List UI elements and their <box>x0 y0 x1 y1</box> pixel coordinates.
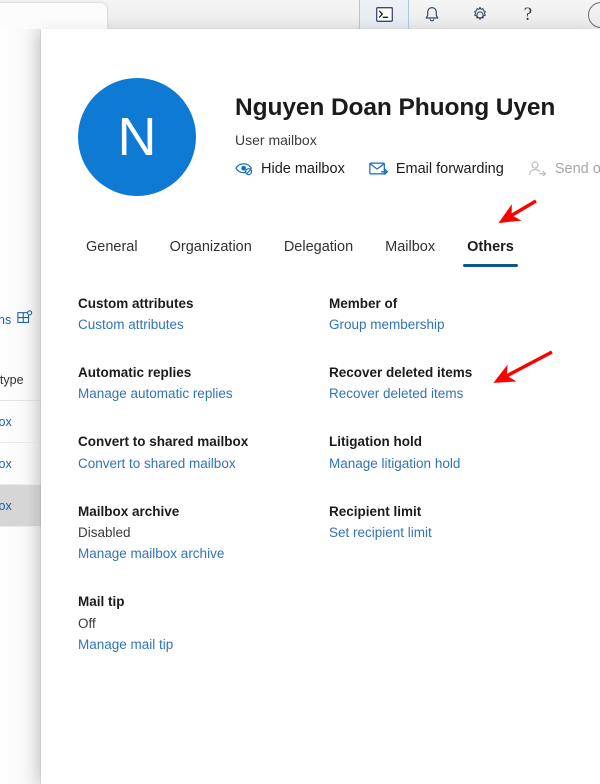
field-label: Convert to shared mailbox <box>78 434 249 450</box>
others-tab-content: Custom attributes Custom attributes Auto… <box>78 294 580 683</box>
page-title: Nguyen Doan Phuong Uyen <box>235 94 556 122</box>
link-custom-attributes[interactable]: Custom attributes <box>78 314 184 337</box>
background-command-label[interactable]: ns <box>0 313 11 327</box>
background-list-pane: ns nt type ilbox ilbox <box>0 29 41 784</box>
profile-info: Nguyen Doan Phuong Uyen User mailbox Hid… <box>235 94 600 179</box>
field-label: Recover deleted items <box>329 365 473 381</box>
email-forwarding-button[interactable]: Email forwarding <box>369 161 504 177</box>
field-label: Recipient limit <box>329 503 422 519</box>
link-manage-litigation-hold[interactable]: Manage litigation hold <box>329 453 460 476</box>
send-on-behalf-button[interactable]: Send on behalf <box>528 161 600 177</box>
tab-mailbox[interactable]: Mailbox <box>369 235 451 267</box>
field-mail-tip: Mail tip Off Manage mail tip <box>78 592 329 657</box>
hide-mailbox-button[interactable]: Hide mailbox <box>235 161 345 177</box>
send-on-behalf-person-icon <box>528 161 547 177</box>
link-manage-automatic-replies[interactable]: Manage automatic replies <box>78 383 233 406</box>
field-member-of: Member of Group membership <box>329 294 580 337</box>
field-label: Mail tip <box>78 594 125 610</box>
content-column-right: Member of Group membership Recover delet… <box>329 294 580 683</box>
background-grid-cell: ilbox <box>0 414 12 429</box>
field-recover-deleted-items: Recover deleted items Recover deleted it… <box>329 363 580 406</box>
tab-mailbox-label: Mailbox <box>385 239 436 255</box>
background-command-bar: ns <box>0 301 41 339</box>
field-recipient-limit: Recipient limit Set recipient limit <box>329 502 580 545</box>
tab-organization[interactable]: Organization <box>154 235 268 267</box>
tab-general[interactable]: General <box>78 235 154 267</box>
field-label: Member of <box>329 296 398 311</box>
field-litigation-hold: Litigation hold Manage litigation hold <box>329 432 580 475</box>
console-icon[interactable] <box>359 0 409 30</box>
profile-subtitle: User mailbox <box>235 131 317 148</box>
tab-others-label: Others <box>467 239 514 255</box>
background-grid-cell: ilbox <box>0 456 12 471</box>
background-results-grid: nt type ilbox ilbox ilbox <box>0 359 41 527</box>
detail-tabs: General Organization Delegation Mailbox … <box>78 235 530 267</box>
top-bar-actions: ? <box>359 0 600 30</box>
profile-action-bar: Hide mailbox Email forwarding Send o <box>235 161 600 177</box>
field-convert-to-shared-mailbox: Convert to shared mailbox Convert to sha… <box>78 432 329 475</box>
link-set-recipient-limit[interactable]: Set recipient limit <box>329 522 432 545</box>
send-on-behalf-label: Send on behalf <box>554 160 600 177</box>
suite-top-bar: ? <box>0 0 600 30</box>
hide-mailbox-eye-icon <box>235 161 253 176</box>
profile-header: N Nguyen Doan Phuong Uyen User mailbox H… <box>78 78 600 196</box>
field-label: Automatic replies <box>78 365 192 381</box>
tab-delegation[interactable]: Delegation <box>268 235 369 267</box>
account-avatar-icon[interactable] <box>552 0 600 29</box>
field-label: Custom attributes <box>78 296 194 311</box>
settings-gear-icon[interactable] <box>456 0 504 29</box>
content-column-left: Custom attributes Custom attributes Auto… <box>78 294 329 683</box>
hide-mailbox-label: Hide mailbox <box>261 160 345 177</box>
field-value: Disabled <box>78 524 131 540</box>
tab-organization-label: Organization <box>169 239 252 255</box>
link-recover-deleted-items[interactable]: Recover deleted items <box>329 383 463 406</box>
help-question-glyph: ? <box>523 3 533 25</box>
account-avatar-circle <box>588 2 600 28</box>
tab-delegation-label: Delegation <box>283 239 354 255</box>
help-question-icon[interactable]: ? <box>504 0 552 29</box>
browser-tab-shape[interactable] <box>0 2 108 30</box>
link-group-membership[interactable]: Group membership <box>329 314 445 337</box>
background-grid-row-selected[interactable]: ilbox <box>0 485 41 527</box>
customize-columns-icon[interactable] <box>17 309 33 331</box>
field-custom-attributes: Custom attributes Custom attributes <box>78 294 329 337</box>
tab-general-label: General <box>86 239 138 255</box>
field-automatic-replies: Automatic replies Manage automatic repli… <box>78 363 329 406</box>
tab-others[interactable]: Others <box>451 235 530 267</box>
field-value: Off <box>78 615 96 631</box>
link-manage-mailbox-archive[interactable]: Manage mailbox archive <box>78 543 224 566</box>
background-grid-cell: ilbox <box>0 498 12 513</box>
email-forwarding-label: Email forwarding <box>395 160 504 177</box>
background-grid-row[interactable]: ilbox <box>0 401 41 443</box>
link-manage-mail-tip[interactable]: Manage mail tip <box>78 634 173 657</box>
app-root: ? ns nt type <box>0 0 600 784</box>
avatar-initial: N <box>117 107 157 167</box>
field-label: Mailbox archive <box>78 503 180 519</box>
notifications-bell-icon[interactable] <box>408 0 456 29</box>
background-grid-header: nt type <box>0 359 41 401</box>
background-grid-header-cell: nt type <box>0 372 24 387</box>
field-label: Litigation hold <box>329 434 422 450</box>
mailbox-details-flyout: N Nguyen Doan Phuong Uyen User mailbox H… <box>41 29 600 784</box>
avatar: N <box>78 78 196 196</box>
background-grid-row[interactable]: ilbox <box>0 443 41 485</box>
email-forwarding-envelope-icon <box>369 161 388 176</box>
link-convert-to-shared-mailbox[interactable]: Convert to shared mailbox <box>78 453 236 476</box>
field-mailbox-archive: Mailbox archive Disabled Manage mailbox … <box>78 502 329 567</box>
